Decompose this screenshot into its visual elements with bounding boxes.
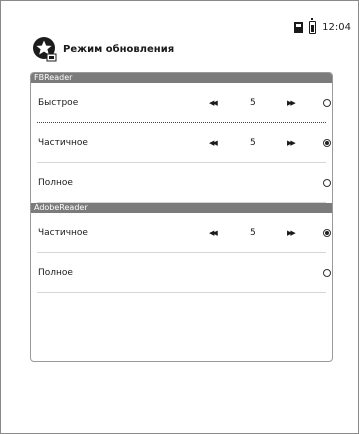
increase-button[interactable]: ▶▶ — [287, 83, 296, 123]
option-row-partial[interactable]: Частичное ◀◀ 5 ▶▶ — [31, 123, 332, 163]
row-divider — [37, 202, 326, 203]
option-label: Полное — [38, 178, 73, 188]
option-label: Частичное — [38, 228, 88, 238]
option-row-full[interactable]: Полное — [31, 253, 332, 293]
row-divider — [37, 292, 326, 293]
status-bar: 12:04 — [294, 17, 351, 35]
settings-panel: FBReader Быстрое ◀◀ 5 ▶▶ Частичное ◀◀ 5 … — [30, 72, 333, 362]
clock: 12:04 — [322, 21, 351, 33]
option-radio[interactable] — [323, 99, 331, 107]
option-row-partial[interactable]: Частичное ◀◀ 5 ▶▶ — [31, 213, 332, 253]
option-radio[interactable] — [323, 179, 331, 187]
option-radio-selected[interactable] — [323, 139, 331, 147]
section-header-fbreader: FBReader — [31, 73, 332, 83]
decrease-button[interactable]: ◀◀ — [209, 83, 218, 123]
decrease-button[interactable]: ◀◀ — [209, 123, 218, 163]
page-header: Режим обновления — [31, 36, 174, 62]
storage-icon — [294, 21, 304, 33]
increase-button[interactable]: ▶▶ — [287, 123, 296, 163]
refresh-count-value: 5 — [250, 228, 256, 238]
option-row-full[interactable]: Полное — [31, 163, 332, 203]
option-radio[interactable] — [323, 269, 331, 277]
option-label: Частичное — [38, 138, 88, 148]
refresh-count-value: 5 — [250, 138, 256, 148]
battery-icon — [309, 17, 317, 34]
option-row-fast[interactable]: Быстрое ◀◀ 5 ▶▶ — [31, 83, 332, 123]
refresh-count-value: 5 — [250, 98, 256, 108]
option-label: Быстрое — [38, 98, 79, 108]
decrease-button[interactable]: ◀◀ — [209, 213, 218, 253]
refresh-mode-icon — [33, 37, 57, 62]
option-label: Полное — [38, 268, 73, 278]
section-header-adobereader: AdobeReader — [31, 203, 332, 213]
option-radio-selected[interactable] — [323, 229, 331, 237]
increase-button[interactable]: ▶▶ — [287, 213, 296, 253]
page-title: Режим обновления — [63, 43, 175, 55]
